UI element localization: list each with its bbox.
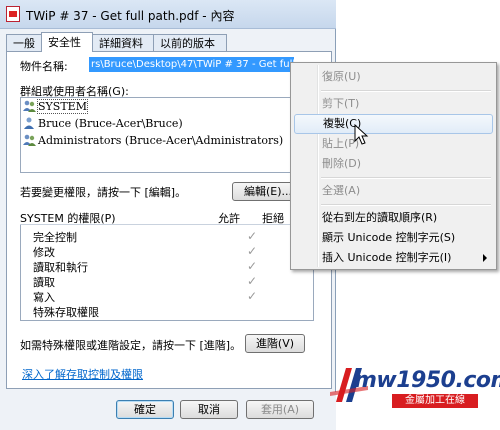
cancel-button[interactable]: 取消 — [180, 400, 238, 419]
permission-name: 修改 — [33, 246, 55, 259]
menu-separator — [321, 177, 491, 179]
site-watermark: mw1950.com 金屬加工在線 — [330, 360, 500, 430]
user-group-icon — [23, 100, 36, 112]
window-title: TWiP # 37 - Get full path.pdf - 內容 — [26, 9, 235, 23]
menu-item-label: 插入 Unicode 控制字元(I) — [322, 251, 452, 264]
permission-name: 寫入 — [33, 291, 55, 304]
permission-row: 修改 ✓ — [33, 245, 257, 260]
properties-dialog: TWiP # 37 - Get full path.pdf - 內容 一般 安全… — [0, 0, 336, 430]
permission-name: 讀取 — [33, 276, 55, 289]
user-name: SYSTEM — [37, 99, 88, 114]
list-item[interactable]: Bruce (Bruce-Acer\Bruce) — [23, 116, 183, 131]
menu-item-copy[interactable]: 複製(C) — [294, 114, 493, 134]
menu-separator — [321, 90, 491, 92]
user-icon — [24, 117, 34, 129]
permission-name: 讀取和執行 — [33, 261, 88, 274]
menu-item-cut[interactable]: 剪下(T) — [294, 94, 493, 114]
object-name-field[interactable]: rs\Bruce\Desktop\47\TWiP # 37 - Get full… — [89, 57, 294, 72]
menu-item-show-unicode-control[interactable]: 顯示 Unicode 控制字元(S) — [294, 228, 493, 248]
list-item[interactable]: Administrators (Bruce-Acer\Administrator… — [23, 133, 283, 148]
learn-access-control-link[interactable]: 深入了解存取控制及權限 — [22, 366, 143, 382]
checkmark-icon: ✓ — [247, 259, 258, 273]
menu-separator — [321, 204, 491, 206]
change-permissions-hint: 若要變更權限，請按一下 [編輯]。 — [20, 186, 187, 199]
permissions-list: 完全控制 ✓ 修改 ✓ 讀取和執行 ✓ 讀取 ✓ 寫入 ✓ 特殊存取權限 — [20, 225, 314, 321]
list-item[interactable]: SYSTEM — [23, 99, 88, 114]
permission-name: 完全控制 — [33, 231, 77, 244]
permission-row: 讀取 ✓ — [33, 275, 257, 290]
advanced-hint: 如需特殊權限或進階設定，請按一下 [進階]。 — [20, 339, 242, 352]
pdf-file-icon — [6, 6, 20, 22]
permission-row: 特殊存取權限 — [33, 305, 99, 320]
submenu-arrow-icon — [483, 254, 487, 262]
checkmark-icon: ✓ — [247, 289, 258, 303]
users-listbox[interactable]: SYSTEM Bruce (Bruce-Acer\Bruce) Administ… — [20, 97, 314, 173]
tab-security[interactable]: 安全性 — [41, 32, 93, 52]
watermark-subtext: 金屬加工在線 — [392, 394, 478, 408]
permission-row: 寫入 ✓ — [33, 290, 257, 305]
watermark-text: mw1950.com — [354, 368, 500, 393]
menu-item-select-all[interactable]: 全選(A) — [294, 181, 493, 201]
tab-previous-versions[interactable]: 以前的版本 — [153, 34, 227, 51]
advanced-button[interactable]: 進階(V) — [245, 334, 305, 353]
permission-row: 完全控制 ✓ — [33, 230, 257, 245]
user-name: Bruce (Bruce-Acer\Bruce) — [38, 117, 183, 130]
context-menu: 復原(U) 剪下(T) 複製(C) 貼上(P) 刪除(D) 全選(A) 從右到左… — [290, 62, 497, 270]
checkmark-icon: ✓ — [247, 274, 258, 288]
menu-item-paste[interactable]: 貼上(P) — [294, 134, 493, 154]
title-bar[interactable]: TWiP # 37 - Get full path.pdf - 內容 — [0, 0, 336, 29]
ok-button[interactable]: 確定 — [116, 400, 174, 419]
user-name: Administrators (Bruce-Acer\Administrator… — [38, 134, 284, 147]
permission-name: 特殊存取權限 — [33, 306, 99, 319]
mouse-pointer-icon — [354, 124, 369, 145]
checkmark-icon: ✓ — [247, 229, 258, 243]
menu-item-rtl-reading-order[interactable]: 從右到左的讀取順序(R) — [294, 208, 493, 228]
user-group-icon — [23, 134, 36, 146]
tab-details[interactable]: 詳細資料 — [92, 34, 154, 51]
menu-item-insert-unicode-control[interactable]: 插入 Unicode 控制字元(I) — [294, 248, 493, 268]
checkmark-icon: ✓ — [247, 244, 258, 258]
object-name-label: 物件名稱: — [20, 60, 68, 73]
apply-button[interactable]: 套用(A) — [246, 400, 314, 419]
menu-item-delete[interactable]: 刪除(D) — [294, 154, 493, 174]
menu-item-undo[interactable]: 復原(U) — [294, 67, 493, 87]
tab-general[interactable]: 一般 — [6, 34, 42, 51]
dialog-footer: 確定 取消 套用(A) — [0, 392, 336, 430]
permission-row: 讀取和執行 ✓ — [33, 260, 257, 275]
